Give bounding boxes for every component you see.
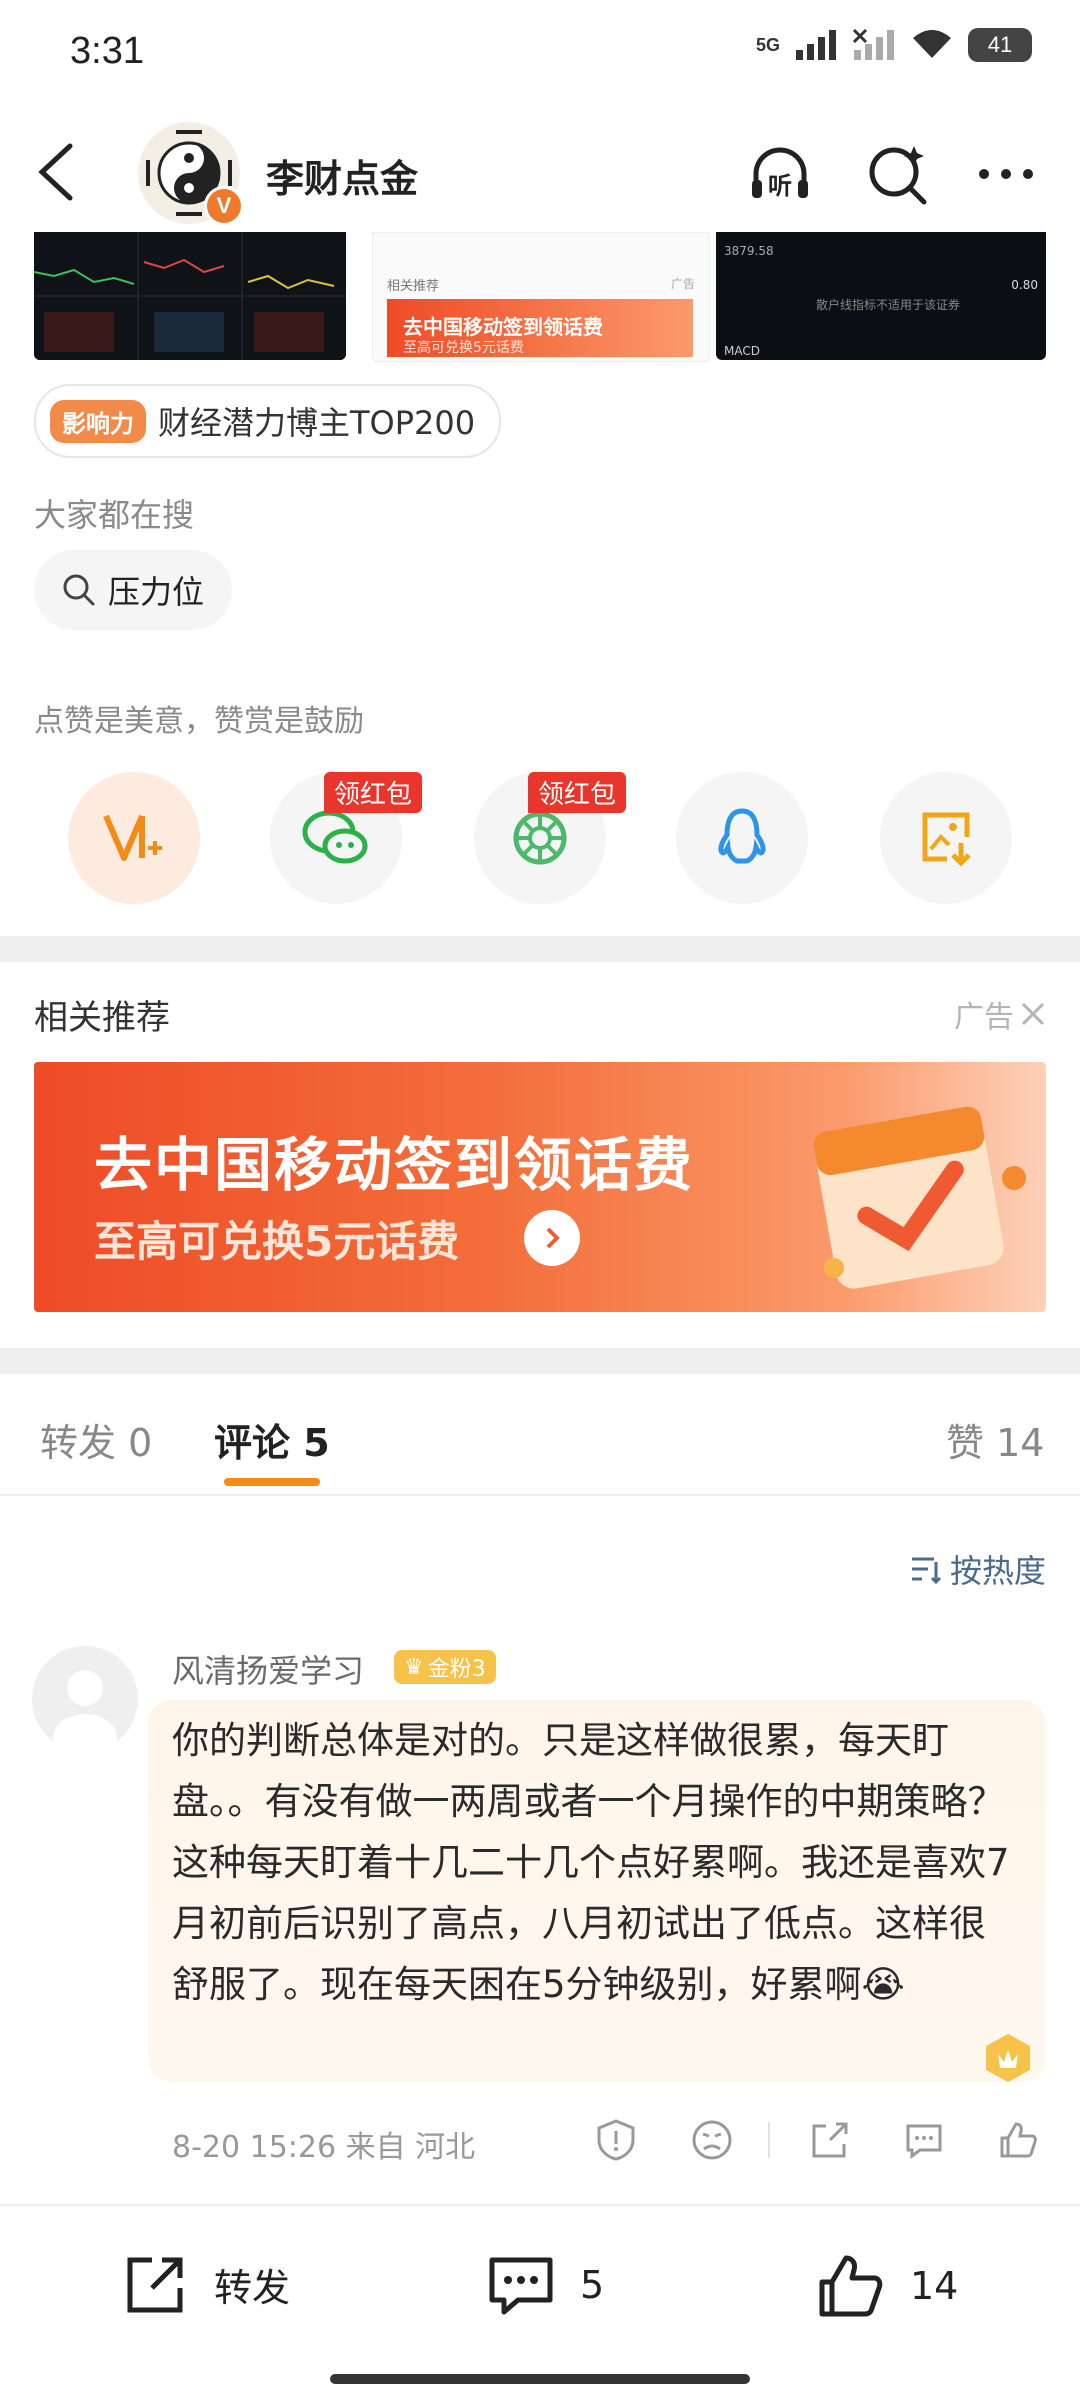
post-image-1[interactable]	[34, 232, 346, 360]
thumb-ad-title: 去中国移动签到领话费	[403, 315, 603, 339]
save-image-icon	[922, 812, 971, 867]
signal-off-icon	[852, 28, 894, 60]
headphone-listen-icon[interactable]: 听	[748, 142, 812, 206]
comment-count: 5	[580, 2263, 605, 2307]
wechat-icon	[302, 810, 368, 864]
comment-meta: 8-20 15:26 来自 河北	[172, 2130, 476, 2165]
commenter-name[interactable]: 风清扬爱学习	[172, 1646, 364, 1692]
search-icon	[63, 574, 95, 606]
more-dots-icon[interactable]	[974, 142, 1038, 206]
battery-indicator: 41	[968, 28, 1032, 62]
thumb-ad-tag: 广告	[670, 277, 695, 291]
thumb-price: 3879.58	[724, 244, 774, 258]
interaction-tabs	[0, 1376, 1080, 1496]
thumbs-up-icon	[819, 2255, 883, 2317]
hot-search-title: 大家都在搜	[34, 496, 195, 534]
calendar-check-icon	[813, 1106, 1026, 1289]
reward-button[interactable]	[68, 772, 200, 904]
banner-subtitle: 至高可兑换5元话费	[94, 1217, 460, 1266]
commenter-avatar[interactable]	[32, 1646, 138, 1752]
tab-comment[interactable]: 评论 5	[214, 1412, 330, 1467]
save-image-button[interactable]	[880, 772, 1012, 904]
page-title[interactable]: 李财点金	[266, 148, 418, 203]
share-qq-button[interactable]	[676, 772, 808, 904]
red-packet-tag-2: 领红包	[528, 772, 627, 813]
home-indicator[interactable]	[330, 2374, 750, 2384]
repost-label: 转发	[214, 2265, 291, 2310]
moments-icon	[513, 811, 567, 865]
close-icon	[1021, 1002, 1045, 1026]
qq-icon	[718, 808, 766, 864]
influence-text: 财经潜力博主TOP200	[158, 404, 476, 442]
tab-like[interactable]: 赞 14	[946, 1412, 1044, 1467]
active-tab-indicator	[224, 1478, 320, 1486]
post-image-3[interactable]: 3879.58 散户线指标不适用于该证券 0.80 MACD	[716, 232, 1046, 360]
status-time: 3:31	[70, 30, 144, 72]
influence-tag: 影响力	[50, 399, 146, 443]
repost-button[interactable]: 转发	[122, 2250, 290, 2318]
comment-button[interactable]: 5	[486, 2250, 604, 2320]
hot-search-chip[interactable]: 压力位	[34, 550, 233, 630]
like-button[interactable]: 14	[814, 2250, 958, 2322]
network-label: 5G	[755, 34, 780, 55]
battery-level: 41	[987, 32, 1013, 57]
thumb-macd: MACD	[724, 344, 760, 358]
banner-title: 去中国移动签到领话费	[94, 1131, 695, 1199]
red-packet-tag: 领红包	[324, 772, 423, 813]
status-indicators: 5G 41	[756, 28, 1032, 62]
post-image-2[interactable]: 相关推荐 广告 去中国移动签到领话费 至高可兑换5元话费	[372, 232, 710, 362]
search-sparkle-icon[interactable]	[866, 142, 930, 206]
thumb-value: 0.80	[1011, 278, 1038, 292]
chevron-right-icon	[524, 1210, 580, 1266]
influence-badge[interactable]: 影响力 财经潜力博主TOP200	[34, 384, 502, 458]
gold-badge-icon	[986, 2034, 1030, 2082]
comment-bubble-icon	[489, 2257, 553, 2315]
thumb-ad-sub: 至高可兑换5元话费	[403, 340, 524, 356]
report-icon[interactable]	[594, 2118, 638, 2162]
repost-icon	[127, 2257, 183, 2313]
sort-icon	[911, 1557, 942, 1584]
comment-text[interactable]: 你的判断总体是对的。只是这样做很累，每天盯盘。。有没有做一两周或者一个月操作的中…	[172, 1710, 1022, 2015]
recommend-title: 相关推荐	[34, 998, 170, 1038]
listen-label: 听	[768, 172, 792, 200]
section-divider	[0, 936, 1080, 962]
sort-label: 按热度	[949, 1552, 1046, 1590]
thumb-rec-tag: 相关推荐	[387, 279, 440, 294]
crown-icon: ♛	[404, 1654, 424, 1680]
comment-share-icon[interactable]	[808, 2118, 852, 2162]
dislike-face-icon[interactable]	[690, 2118, 734, 2162]
comment-reply-icon[interactable]	[902, 2118, 946, 2162]
action-divider	[768, 2122, 770, 2158]
fan-level-badge: ♛ 金粉3	[394, 1650, 496, 1684]
hot-search-label: 压力位	[108, 573, 205, 611]
sort-button[interactable]: 按热度	[910, 1546, 1046, 1592]
ad-close-button[interactable]: 广告	[954, 992, 1046, 1036]
comment-like-icon[interactable]	[996, 2118, 1040, 2162]
ad-label: 广告	[954, 1000, 1014, 1035]
emoji-cry-laugh: 😭	[861, 1963, 905, 2006]
signal-icon	[796, 30, 836, 60]
tab-repost[interactable]: 转发 0	[40, 1412, 152, 1467]
v-plus-icon	[103, 814, 162, 861]
reward-hint: 点赞是美意，赞赏是鼓励	[34, 704, 364, 739]
section-divider-2	[0, 1348, 1080, 1374]
thumb-indicator-note: 散户线指标不适用于该证券	[816, 298, 961, 312]
back-arrow-icon[interactable]	[34, 142, 78, 202]
like-count: 14	[910, 2264, 959, 2308]
verified-badge: V	[204, 186, 244, 226]
wifi-icon	[913, 30, 951, 58]
fan-level-label: 金粉3	[427, 1657, 486, 1682]
ad-banner[interactable]: 去中国移动签到领话费 至高可兑换5元话费	[34, 1062, 1046, 1312]
